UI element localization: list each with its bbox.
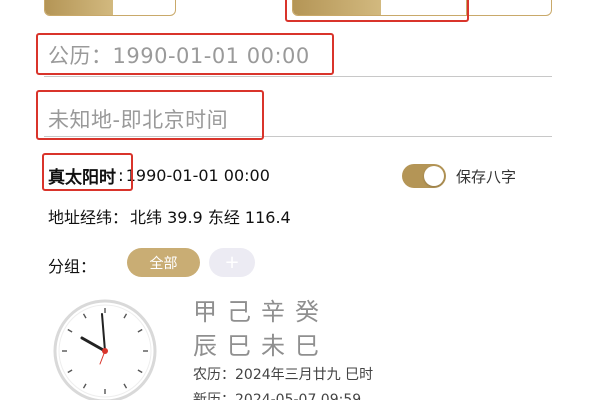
solar-date: 新历：2024-05-07 09:59: [193, 392, 362, 400]
segmented-control-right: [292, 0, 552, 16]
segment-left-option-1[interactable]: [45, 0, 113, 15]
coordinates-row: 地址经纬： 北纬 39.9 东经 116.4: [48, 204, 291, 228]
true-solar-time-label: 真太阳时: [48, 168, 116, 188]
earthly-branches: 辰巳未巳: [193, 332, 329, 360]
segment-right-option-2[interactable]: [381, 0, 467, 15]
true-solar-time-row: 真太阳时 : 1990-01-01 00:00: [48, 163, 270, 189]
segmented-control-left: [44, 0, 176, 16]
clock-icon: [53, 299, 157, 400]
group-chip-all[interactable]: 全部: [127, 248, 200, 277]
heavenly-stems: 甲己辛癸: [193, 298, 329, 326]
true-solar-time-separator: :: [118, 165, 124, 186]
save-bazi-toggle[interactable]: [402, 164, 446, 188]
gregorian-datetime-field[interactable]: 公历：1990-01-01 00:00: [44, 37, 552, 77]
group-label: 分组：: [48, 257, 97, 276]
save-bazi-label: 保存八字: [456, 168, 517, 186]
birthplace-field[interactable]: 未知地-即北京时间: [44, 95, 552, 137]
add-group-button[interactable]: +: [209, 248, 255, 277]
lunar-date: 农历：2024年三月廿九 巳时: [193, 367, 374, 383]
coordinates-label: 地址经纬：: [48, 208, 129, 227]
true-solar-time-value: 1990-01-01 00:00: [125, 166, 270, 185]
segment-right-option-3[interactable]: [466, 0, 551, 15]
segment-right-option-1[interactable]: [293, 0, 381, 15]
toggle-knob: [424, 166, 444, 186]
coordinates-value: 北纬 39.9 东经 116.4: [130, 208, 291, 227]
segment-left-option-2[interactable]: [113, 0, 175, 15]
bazi-input-screen: 公历：1990-01-01 00:00 未知地-即北京时间 真太阳时 : 199…: [0, 0, 600, 400]
